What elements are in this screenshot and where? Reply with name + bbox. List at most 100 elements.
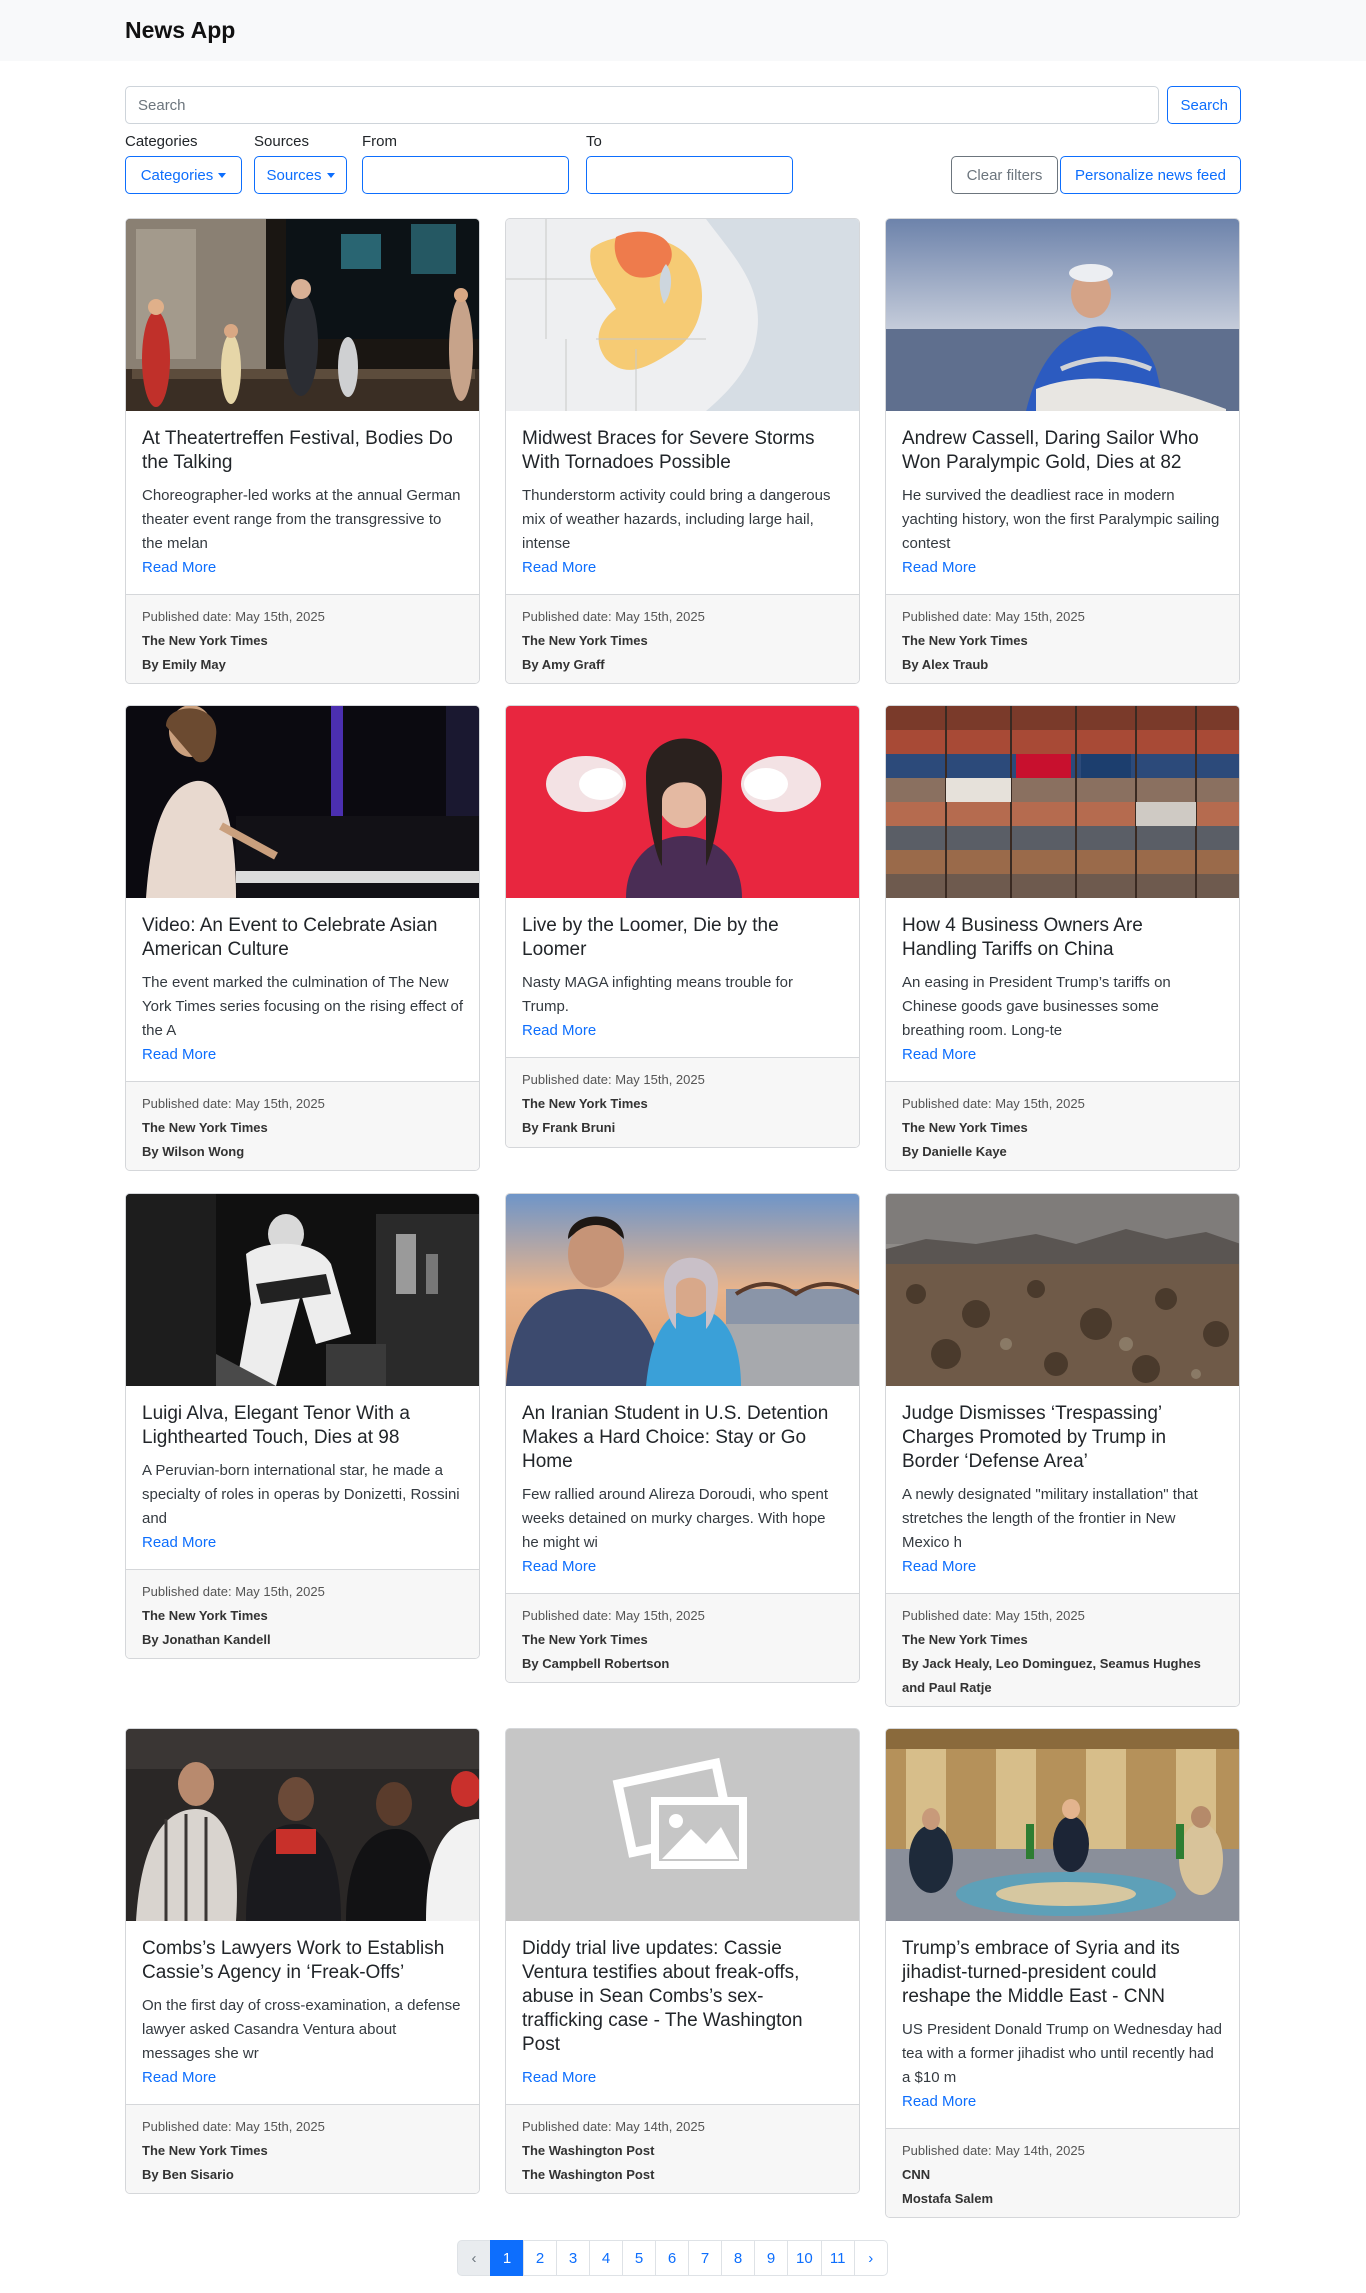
page-4-button[interactable]: 4 (589, 2240, 623, 2276)
article-source: The New York Times (142, 1608, 268, 1623)
article-card: How 4 Business Owners Are Handling Tarif… (885, 705, 1240, 1171)
published-date: Published date: May 15th, 2025 (522, 1608, 705, 1623)
read-more-link[interactable]: Read More (902, 556, 1223, 580)
meeting-room-image (886, 1729, 1239, 1921)
card-body: Judge Dismisses ‘Trespassing’ Charges Pr… (886, 1386, 1239, 1593)
read-more-link[interactable]: Read More (522, 1555, 843, 1579)
page-6-button[interactable]: 6 (655, 2240, 689, 2276)
article-image[interactable] (886, 706, 1239, 898)
read-more-link[interactable]: Read More (902, 2090, 1223, 2114)
article-image[interactable] (886, 1194, 1239, 1386)
page-9-button[interactable]: 9 (754, 2240, 788, 2276)
article-summary: On the first day of cross-examination, a… (142, 1997, 461, 2062)
courtside-image (126, 1729, 479, 1921)
read-more-link[interactable]: Read More (142, 556, 463, 580)
app-title[interactable]: News App (125, 17, 235, 44)
card-footer: Published date: May 15th, 2025 The New Y… (886, 1593, 1239, 1706)
shipping-containers-image (886, 706, 1239, 898)
article-image[interactable] (886, 1729, 1239, 1921)
read-more-link[interactable]: Read More (522, 556, 843, 580)
to-label: To (586, 133, 602, 150)
article-card: Trump’s embrace of Syria and its jihadis… (885, 1728, 1240, 2218)
card-footer: Published date: May 15th, 2025 The New Y… (126, 594, 479, 683)
article-author: By Campbell Robertson (522, 1656, 670, 1671)
article-source: The New York Times (142, 633, 268, 648)
page-8-button[interactable]: 8 (721, 2240, 755, 2276)
page-2-button[interactable]: 2 (523, 2240, 557, 2276)
article-summary: Thunderstorm activity could bring a dang… (522, 487, 831, 552)
page-11-button[interactable]: 11 (820, 2240, 855, 2276)
article-author: By Danielle Kaye (902, 1144, 1007, 1159)
page-3-button[interactable]: 3 (556, 2240, 590, 2276)
article-image[interactable] (126, 1729, 479, 1921)
desert-landscape-image (886, 1194, 1239, 1386)
article-image[interactable] (126, 219, 479, 411)
article-card: Video: An Event to Celebrate Asian Ameri… (125, 705, 480, 1171)
categories-label: Categories (125, 133, 198, 150)
prev-page-button[interactable]: ‹ (457, 2240, 491, 2276)
read-more-link[interactable]: Read More (522, 2066, 843, 2090)
read-more-link[interactable]: Read More (522, 1019, 843, 1043)
card-body: Trump’s embrace of Syria and its jihadis… (886, 1921, 1239, 2128)
article-title: An Iranian Student in U.S. Detention Mak… (522, 1403, 829, 1472)
article-image[interactable] (886, 219, 1239, 411)
sailor-image (886, 219, 1239, 411)
article-author: By Emily May (142, 657, 226, 672)
article-source: The Washington Post (522, 2143, 655, 2158)
sources-dropdown[interactable]: Sources (254, 156, 347, 194)
from-date-input[interactable] (362, 156, 569, 194)
selfie-bridge-image (506, 1194, 859, 1386)
to-date-input[interactable] (586, 156, 793, 194)
published-date: Published date: May 15th, 2025 (142, 1584, 325, 1599)
article-title: Luigi Alva, Elegant Tenor With a Lighthe… (142, 1403, 410, 1448)
chevron-down-icon (218, 172, 227, 178)
personalize-feed-button[interactable]: Personalize news feed (1060, 156, 1241, 194)
article-summary: A Peruvian-born international star, he m… (142, 1462, 460, 1527)
read-more-link[interactable]: Read More (142, 1043, 463, 1067)
card-body: Diddy trial live updates: Cassie Ventura… (506, 1921, 859, 2104)
article-author: By Ben Sisario (142, 2167, 234, 2182)
article-image[interactable] (506, 219, 859, 411)
page-5-button[interactable]: 5 (622, 2240, 656, 2276)
clear-filters-button[interactable]: Clear filters (951, 156, 1058, 194)
card-footer: Published date: May 15th, 2025 The New Y… (506, 1593, 859, 1682)
read-more-link[interactable]: Read More (902, 1043, 1223, 1067)
page-10-button[interactable]: 10 (787, 2240, 822, 2276)
card-footer: Published date: May 14th, 2025 The Washi… (506, 2104, 859, 2193)
card-body: An Iranian Student in U.S. Detention Mak… (506, 1386, 859, 1593)
article-card: Combs’s Lawyers Work to Establish Cassie… (125, 1728, 480, 2194)
next-page-button[interactable]: › (853, 2240, 888, 2276)
article-card: Live by the Loomer, Die by the Loomer Na… (505, 705, 860, 1148)
read-more-link[interactable]: Read More (142, 2066, 463, 2090)
article-summary: An easing in President Trump’s tariffs o… (902, 974, 1171, 1039)
article-card: An Iranian Student in U.S. Detention Mak… (505, 1193, 860, 1683)
read-more-link[interactable]: Read More (142, 1531, 463, 1555)
search-input[interactable] (125, 86, 1160, 124)
categories-dropdown[interactable]: Categories (125, 156, 242, 194)
card-body: Live by the Loomer, Die by the Loomer Na… (506, 898, 859, 1057)
article-image[interactable] (126, 1194, 479, 1386)
article-source: The New York Times (902, 633, 1028, 648)
article-image[interactable] (126, 706, 479, 898)
article-source: CNN (902, 2167, 931, 2182)
search-button[interactable]: Search (1167, 86, 1241, 124)
page-7-button[interactable]: 7 (688, 2240, 722, 2276)
published-date: Published date: May 14th, 2025 (902, 2143, 1085, 2158)
article-card: Andrew Cassell, Daring Sailor Who Won Pa… (885, 218, 1240, 684)
article-image[interactable] (506, 1194, 859, 1386)
sources-button-label: Sources (266, 166, 322, 184)
image-placeholder-icon (506, 1729, 859, 1921)
article-image[interactable] (506, 1729, 859, 1921)
article-summary: Few rallied around Alireza Doroudi, who … (522, 1486, 828, 1551)
card-footer: Published date: May 15th, 2025 The New Y… (126, 2104, 479, 2193)
article-image[interactable] (506, 706, 859, 898)
card-body: How 4 Business Owners Are Handling Tarif… (886, 898, 1239, 1081)
article-summary: A newly designated "military installatio… (902, 1486, 1198, 1551)
card-body: Video: An Event to Celebrate Asian Ameri… (126, 898, 479, 1081)
page-1-button[interactable]: 1 (490, 2240, 524, 2276)
article-card: Diddy trial live updates: Cassie Ventura… (505, 1728, 860, 2194)
article-title: Andrew Cassell, Daring Sailor Who Won Pa… (902, 428, 1199, 473)
read-more-link[interactable]: Read More (902, 1555, 1223, 1579)
card-body: At Theatertreffen Festival, Bodies Do th… (126, 411, 479, 594)
published-date: Published date: May 15th, 2025 (142, 609, 325, 624)
